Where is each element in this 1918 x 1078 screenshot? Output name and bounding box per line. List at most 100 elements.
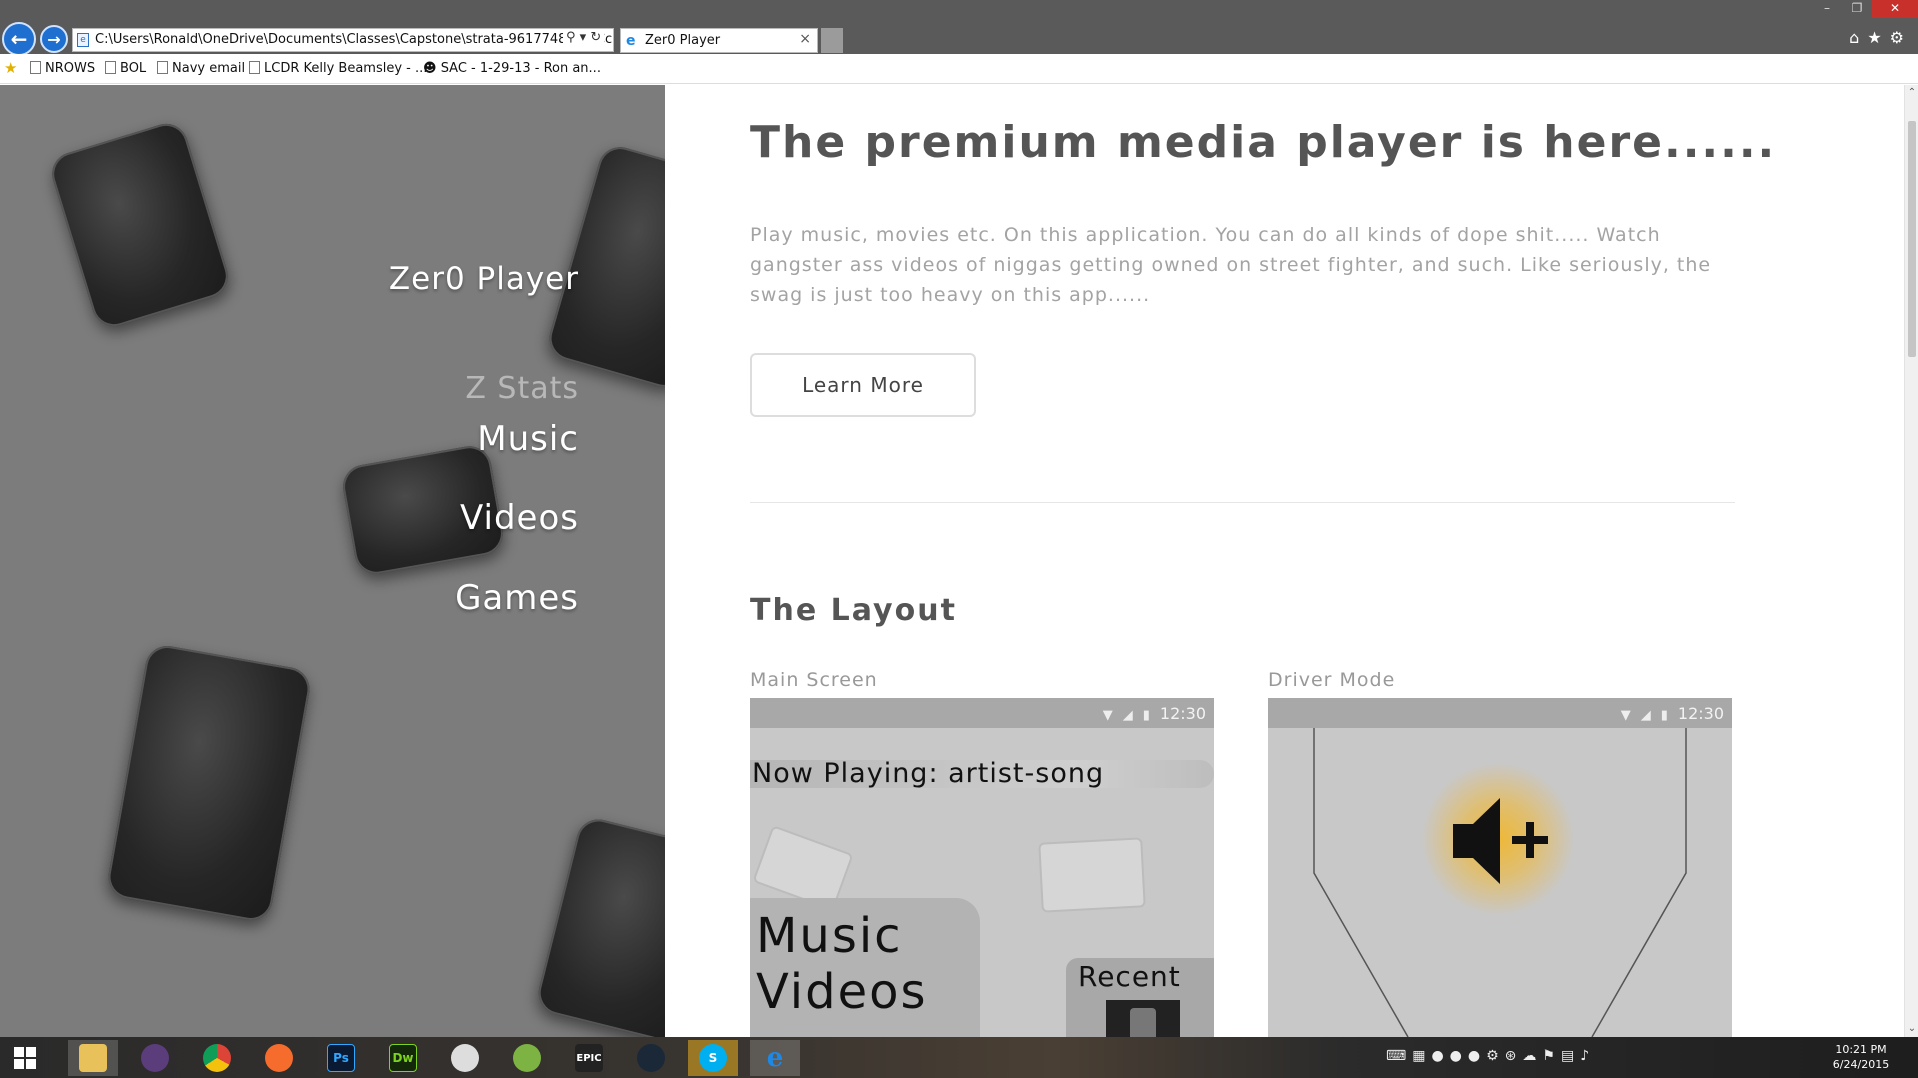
volume-up-icon[interactable] [1448, 786, 1558, 896]
flag-icon[interactable]: ⚑ [1542, 1048, 1561, 1064]
favorite-bol[interactable]: BOL [105, 61, 146, 76]
home-icon[interactable]: ⌂ [1849, 28, 1867, 47]
minimize-button[interactable]: – [1812, 0, 1842, 18]
decorative-card [1038, 837, 1146, 913]
android-studio-button[interactable] [502, 1040, 552, 1076]
favorite-navy-email[interactable]: Navy email [157, 61, 245, 76]
settings-icon[interactable]: ⚙ [1486, 1048, 1505, 1064]
dreamweaver-button[interactable]: Dw [378, 1040, 428, 1076]
clock-time: 10:21 PM [1835, 1043, 1887, 1056]
browser-tools: ⌂★⚙ [1849, 28, 1912, 47]
clock-date: 6/24/2015 [1832, 1058, 1890, 1071]
page-icon: e [77, 33, 89, 47]
sidebar: Zer0 Player Z Stats Music Videos Games [0, 85, 665, 1037]
tab-zer0-player[interactable]: e Zer0 Player × [620, 28, 818, 53]
network-icon[interactable]: ▤ [1561, 1048, 1580, 1064]
favorite-lcdr[interactable]: LCDR Kelly Beamsley - ... [249, 61, 427, 76]
internet-explorer-button[interactable]: e [750, 1040, 800, 1076]
page-icon [30, 61, 41, 74]
status-time: 12:30 [1159, 704, 1206, 723]
epic-games-icon: EPIC [575, 1044, 603, 1072]
favorite-sac[interactable]: ☻ SAC - 1-29-13 - Ron an... [423, 61, 601, 76]
now-playing-bar: Now Playing: artist-song [750, 760, 1214, 788]
tray-app-icon[interactable]: ● [1450, 1048, 1468, 1064]
origin-button[interactable] [254, 1040, 304, 1076]
tab-title: Zer0 Player [645, 33, 721, 48]
start-button[interactable] [0, 1040, 50, 1076]
address-bar[interactable]: e C:\Users\Ronald\OneDrive\Documents\Cla… [72, 28, 614, 52]
windows-logo-icon [14, 1047, 36, 1069]
app-button[interactable] [440, 1040, 490, 1076]
battery-icon: ▮ [1142, 708, 1150, 723]
new-tab-button[interactable] [821, 28, 843, 53]
nav-videos[interactable]: Videos [460, 498, 579, 538]
recent-label: Recent [1078, 960, 1181, 993]
epic-games-button[interactable]: EPIC [564, 1040, 614, 1076]
address-tools: ⚲ ▾ ↻ [563, 30, 605, 45]
utorrent-button[interactable] [130, 1040, 180, 1076]
bluetooth-icon[interactable]: ⊛ [1505, 1048, 1523, 1064]
brand-title[interactable]: Zer0 Player [389, 261, 579, 297]
restore-button[interactable]: ❐ [1842, 0, 1872, 18]
origin-icon [265, 1044, 293, 1072]
back-button[interactable]: ← [2, 22, 36, 56]
nav-music[interactable]: Music [477, 419, 579, 459]
recent-thumbnail [1106, 1000, 1180, 1037]
scrollbar[interactable]: ⌃ ⌄ [1904, 85, 1918, 1037]
file-explorer-button[interactable] [68, 1040, 118, 1076]
ie-icon: e [766, 1043, 784, 1073]
address-text: C:\Users\Ronald\OneDrive\Documents\Class… [95, 32, 613, 47]
scroll-down-icon[interactable]: ⌄ [1906, 1023, 1918, 1035]
folder-icon [79, 1044, 107, 1072]
keyboard-icon[interactable]: ⌨ [1386, 1048, 1412, 1064]
favorites-star-icon[interactable]: ★ [1867, 28, 1889, 47]
media-app-icon [451, 1044, 479, 1072]
learn-more-button[interactable]: Learn More [750, 353, 976, 417]
browser-chrome: ← → e C:\Users\Ronald\OneDrive\Documents… [0, 0, 1918, 56]
clock[interactable]: 10:21 PM 6/24/2015 [1826, 1042, 1896, 1072]
photoshop-button[interactable]: Ps [316, 1040, 366, 1076]
wifi-icon: ▼ [1102, 708, 1113, 723]
system-tray: ⌨▦●●●⚙⊛☁⚑▤♪ [1386, 1048, 1595, 1064]
skype-button[interactable]: S [688, 1040, 738, 1076]
page-icon [249, 61, 260, 74]
android-studio-icon [513, 1044, 541, 1072]
scroll-up-icon[interactable]: ⌃ [1906, 87, 1918, 99]
main-content: The premium media player is here...... P… [665, 85, 1918, 1037]
decorative-phone [534, 814, 665, 1037]
volume-icon[interactable]: ♪ [1580, 1048, 1595, 1064]
skype-icon: S [699, 1044, 727, 1072]
windows-icon[interactable]: ▦ [1412, 1048, 1431, 1064]
dropdown-icon[interactable]: ▾ [580, 30, 587, 45]
section-title: The Layout [750, 593, 957, 628]
music-note-icon [1130, 1008, 1156, 1037]
nav-z-stats[interactable]: Z Stats [465, 371, 579, 406]
headline: The premium media player is here...... [750, 117, 1777, 168]
arrow-left-icon: ← [10, 27, 28, 51]
favorites-bar: ★ NROWS BOL Navy email LCDR Kelly Beamsl… [0, 54, 1918, 84]
bug-icon: ☻ [423, 61, 441, 76]
ie-logo-icon: e [626, 33, 636, 49]
close-window-button[interactable]: ✕ [1872, 0, 1918, 18]
refresh-icon[interactable]: ↻ [590, 30, 601, 45]
tray-app-icon[interactable]: ● [1431, 1048, 1449, 1064]
gear-icon[interactable]: ⚙ [1890, 28, 1912, 47]
tab-close-icon[interactable]: × [799, 31, 811, 47]
search-icon[interactable]: ⚲ [566, 30, 576, 45]
chrome-button[interactable] [192, 1040, 242, 1076]
nav-games[interactable]: Games [455, 578, 579, 618]
driver-mode-preview: ▼ ◢ ▮ 12:30 [1268, 698, 1732, 1037]
torrent-icon [141, 1044, 169, 1072]
page-icon [157, 61, 168, 74]
cloud-icon[interactable]: ☁ [1522, 1048, 1542, 1064]
tray-app-icon[interactable]: ● [1468, 1048, 1486, 1064]
steam-button[interactable] [626, 1040, 676, 1076]
decorative-phone [46, 118, 234, 332]
main-screen-label: Main Screen [750, 669, 878, 691]
forward-button[interactable]: → [40, 25, 68, 53]
intro-paragraph: Play music, movies etc. On this applicat… [750, 224, 1712, 306]
add-favorite-icon[interactable]: ★ [4, 59, 17, 77]
scroll-thumb[interactable] [1908, 121, 1916, 357]
favorite-nrows[interactable]: NROWS [30, 61, 95, 76]
divider [750, 502, 1735, 503]
